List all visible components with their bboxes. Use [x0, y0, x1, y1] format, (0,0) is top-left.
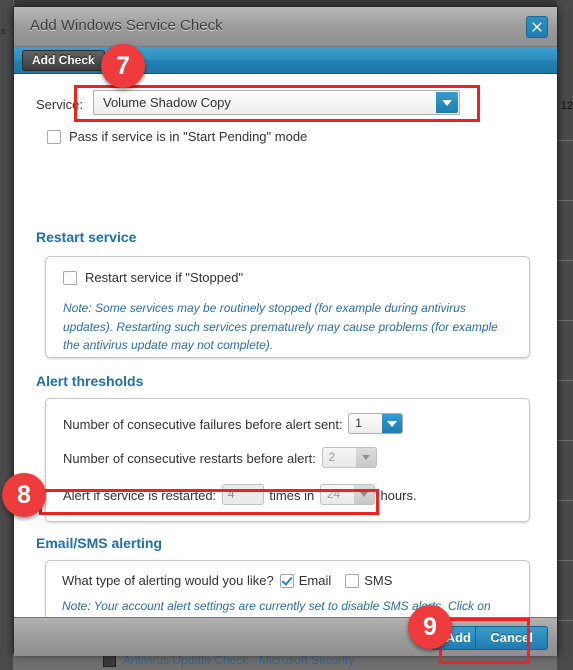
restart-service-note: Note: Some services may be routinely sto…: [63, 301, 498, 353]
pass-start-pending-row[interactable]: Pass if service is in "Start Pending" mo…: [47, 129, 307, 144]
chevron-down-icon: [355, 448, 376, 467]
dialog-body: Service: Volume Shadow Copy Pass if serv…: [14, 74, 557, 617]
restart-service-fieldset: Restart service if "Stopped" Note: Some …: [45, 256, 530, 358]
consecutive-restarts-row: Number of consecutive restarts before al…: [63, 447, 379, 468]
email-alert-label: Email: [298, 573, 332, 588]
restart-if-stopped-checkbox[interactable]: [63, 271, 77, 285]
pass-start-pending-label: Pass if service is in "Start Pending" mo…: [69, 129, 308, 144]
service-select[interactable]: Volume Shadow Copy: [93, 90, 460, 115]
alert-thresholds-section-title: Alert thresholds: [36, 373, 144, 389]
restart-frequency-label-middle: times in: [269, 488, 315, 503]
background-row-icon: [103, 655, 116, 667]
dialog-titlebar: Add Windows Service Check: [14, 7, 557, 47]
restart-frequency-row: Alert if service is restarted: 4 times i…: [63, 484, 417, 505]
chevron-down-icon: [353, 485, 374, 504]
consecutive-restarts-label: Number of consecutive restarts before al…: [63, 451, 316, 466]
dialog-title: Add Windows Service Check: [30, 17, 223, 34]
restart-if-stopped-row[interactable]: Restart service if "Stopped": [63, 270, 243, 285]
restart-times-value: 4: [227, 487, 235, 501]
add-windows-service-check-dialog: Add Windows Service Check Add Check Serv…: [13, 6, 558, 656]
consecutive-failures-value: 1: [355, 416, 362, 430]
chevron-down-icon[interactable]: [436, 92, 458, 113]
email-alert-checkbox[interactable]: [279, 574, 294, 588]
email-sms-fieldset: What type of alerting would you like? Ema…: [45, 560, 530, 617]
service-selected-value: Volume Shadow Copy: [103, 95, 231, 110]
email-sms-note: Note: Your account alert settings are cu…: [62, 599, 491, 613]
restart-if-stopped-label: Restart service if "Stopped": [85, 270, 244, 285]
pass-start-pending-checkbox[interactable]: [47, 130, 61, 144]
alerting-type-row: What type of alerting would you like? Ema…: [62, 573, 400, 588]
sms-alert-checkbox[interactable]: [345, 574, 360, 588]
consecutive-restarts-value: 2: [328, 450, 336, 464]
service-row: Service: Volume Shadow Copy: [14, 90, 557, 120]
restart-times-input[interactable]: 4: [221, 484, 264, 505]
background-sidebar: s: [0, 0, 14, 670]
sms-alert-label: SMS: [364, 573, 393, 588]
dialog-footer: Add Cancel: [14, 617, 557, 656]
background-sidebar-label: s: [1, 26, 6, 36]
dialog-tabbar: Add Check: [14, 47, 557, 74]
restart-frequency-label-before: Alert if service is restarted:: [63, 488, 217, 503]
service-label: Service:: [36, 97, 83, 112]
email-sms-section-title: Email/SMS alerting: [36, 535, 163, 551]
cancel-button[interactable]: Cancel: [475, 626, 548, 650]
consecutive-failures-label: Number of consecutive failures before al…: [63, 417, 343, 432]
background-row-number: 12: [560, 100, 573, 112]
consecutive-failures-select[interactable]: 1: [348, 413, 404, 434]
consecutive-restarts-select[interactable]: 2: [321, 447, 377, 468]
chevron-down-icon: [382, 414, 403, 433]
restart-service-section-title: Restart service: [36, 229, 137, 245]
restart-frequency-label-after: hours.: [380, 488, 417, 503]
tab-add-check[interactable]: Add Check: [22, 50, 105, 71]
restart-hours-value: 24: [326, 487, 341, 501]
alert-thresholds-fieldset: Number of consecutive failures before al…: [45, 398, 530, 522]
consecutive-failures-row: Number of consecutive failures before al…: [63, 413, 405, 434]
alerting-type-question: What type of alerting would you like?: [62, 573, 274, 588]
close-icon[interactable]: [526, 16, 548, 38]
restart-hours-select[interactable]: 24: [319, 484, 375, 505]
